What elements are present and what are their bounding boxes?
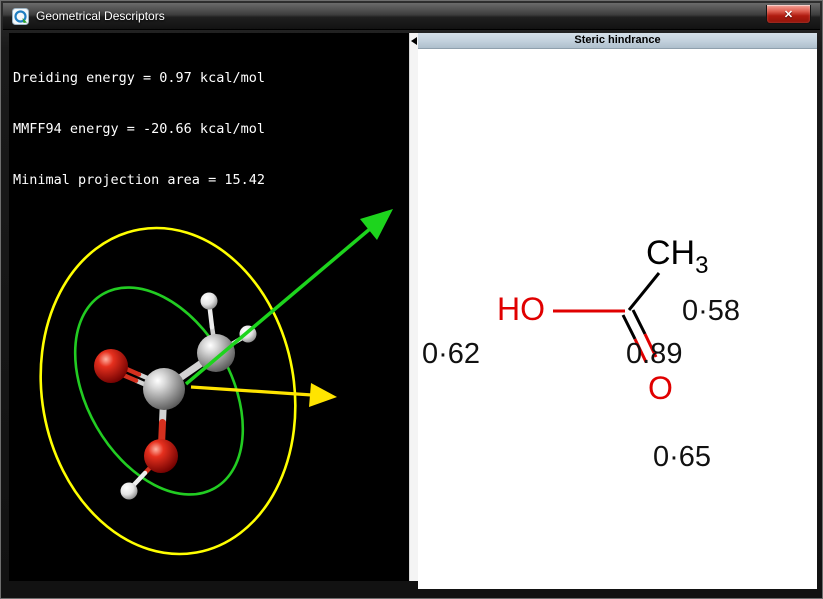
bond-c-o-double (623, 315, 635, 339)
oxygen-atom (94, 349, 128, 383)
splitter-collapse-icon[interactable] (411, 37, 417, 45)
o-label: O (648, 370, 673, 406)
descriptor-line: Dreiding energy = 0.97 kcal/mol (13, 70, 409, 87)
bond-c-o-double (633, 310, 645, 334)
steric-value-o: 0·65 (653, 441, 711, 473)
steric-panel: Steric hindrance CH3 HO O 0·58 0·62 0.89… (418, 33, 817, 589)
molecule-2d-view: CH3 HO O 0·58 0·62 0.89 0·65 (418, 49, 817, 588)
ho-label: HO (497, 291, 545, 327)
window-frame: Geometrical Descriptors ✕ Dreiding energ… (0, 0, 823, 599)
titlebar[interactable]: Geometrical Descriptors ✕ (3, 3, 820, 30)
descriptor-line: MMFF94 energy = -20.66 kcal/mol (13, 121, 409, 138)
viewer-background (9, 191, 409, 581)
descriptor-line: Minimal projection area = 15.42 (13, 172, 409, 189)
steric-value-carbonyl: 0.89 (626, 338, 682, 370)
carbon-atom (143, 368, 185, 410)
steric-header: Steric hindrance (418, 33, 817, 49)
close-button[interactable]: ✕ (766, 5, 811, 24)
ch3-label: CH3 (646, 234, 708, 279)
descriptors-panel: Dreiding energy = 0.97 kcal/mol MMFF94 e… (9, 33, 409, 581)
app-icon (12, 8, 29, 25)
panel-splitter[interactable] (409, 33, 418, 581)
hydrogen-atom (121, 483, 138, 500)
molecule-3d-view[interactable] (9, 191, 409, 581)
window-title: Geometrical Descriptors (36, 9, 165, 23)
bond-c-ch3 (629, 273, 659, 310)
close-icon: ✕ (784, 8, 793, 21)
carbon-atom (197, 334, 235, 372)
oxygen-atom (144, 439, 178, 473)
hydrogen-atom (201, 293, 218, 310)
steric-value-ch3: 0·58 (682, 295, 740, 327)
steric-value-ho: 0·62 (422, 338, 480, 370)
